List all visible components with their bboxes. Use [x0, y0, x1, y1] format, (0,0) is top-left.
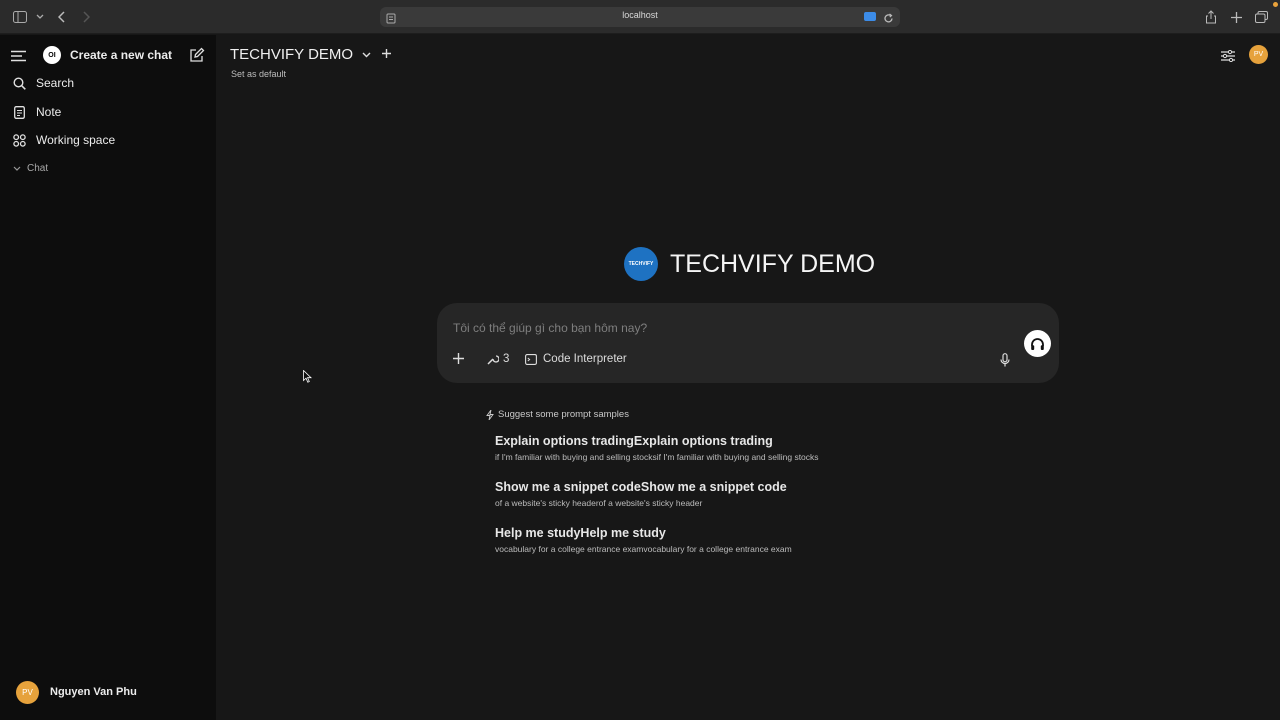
- microphone-icon[interactable]: [1000, 353, 1010, 373]
- workspace-icon: [10, 131, 28, 149]
- voice-mode-button[interactable]: [1024, 330, 1051, 357]
- sidebar-item-label: Search: [36, 76, 75, 90]
- reload-icon[interactable]: [883, 11, 894, 29]
- headphones-icon: [1031, 337, 1044, 350]
- address-bar[interactable]: localhost: [380, 7, 900, 27]
- sidebar-item-search[interactable]: Search: [10, 72, 74, 94]
- message-input[interactable]: Tôi có thể giúp gì cho bạn hôm nay?: [453, 321, 647, 335]
- sidebar-toggle-icon[interactable]: [12, 9, 28, 25]
- translate-icon[interactable]: [864, 12, 876, 21]
- attach-button[interactable]: [453, 353, 464, 364]
- plus-icon: [453, 353, 464, 364]
- open-webui-logo: OI: [43, 46, 61, 64]
- techvify-logo: TECHVIFY: [624, 247, 658, 281]
- code-interpreter-label: Code Interpreter: [543, 353, 627, 365]
- menu-icon[interactable]: [11, 49, 26, 67]
- suggestions-heading: Suggest some prompt samples: [486, 409, 629, 420]
- suggestion-title: Explain options tradingExplain options t…: [495, 434, 773, 448]
- model-title: TECHVIFY DEMO: [230, 45, 354, 63]
- avatar: PV: [16, 680, 39, 704]
- user-name: Nguyen Van Phu: [50, 686, 137, 698]
- notification-dot: [1273, 2, 1278, 7]
- lightning-icon: [486, 409, 494, 420]
- sidebar: OI Create a new chat Search Note Working…: [0, 35, 216, 720]
- search-icon: [10, 74, 28, 92]
- suggestion-subtitle: vocabulary for a college entrance examvo…: [495, 544, 792, 554]
- wrench-icon: [487, 355, 499, 365]
- tools-count: 3: [503, 353, 510, 365]
- chevron-down-icon[interactable]: [32, 9, 48, 25]
- new-chat-label: Create a new chat: [70, 48, 173, 62]
- tools-button[interactable]: 3: [487, 353, 509, 365]
- code-interpreter-toggle[interactable]: Code Interpreter: [525, 353, 627, 365]
- hero-title: TECHVIFY DEMO: [670, 249, 876, 278]
- share-icon[interactable]: [1203, 9, 1219, 25]
- chevron-down-icon: [13, 159, 21, 177]
- sidebar-item-label: Note: [36, 105, 62, 119]
- note-icon: [10, 103, 28, 121]
- sidebar-item-working-space[interactable]: Working space: [10, 129, 115, 151]
- forward-icon[interactable]: [78, 9, 94, 25]
- main-area: TECHVIFY DEMO Set as default PV TECHVIFY…: [216, 35, 1280, 720]
- url-text: localhost: [622, 10, 658, 20]
- sidebar-item-label: Working space: [36, 133, 116, 147]
- set-default-link[interactable]: Set as default: [231, 69, 286, 79]
- chevron-down-icon: [362, 45, 371, 63]
- suggestion-subtitle: of a website's sticky headerof a website…: [495, 498, 703, 508]
- model-selector[interactable]: TECHVIFY DEMO: [230, 45, 392, 63]
- suggestion-item[interactable]: Show me a snippet codeShow me a snippet …: [495, 480, 787, 508]
- mouse-cursor-icon: [303, 369, 312, 388]
- suggestion-subtitle: if I'm familiar with buying and selling …: [495, 452, 819, 462]
- user-menu[interactable]: PV Nguyen Van Phu: [16, 680, 137, 704]
- chat-section-label: Chat: [27, 162, 49, 174]
- back-icon[interactable]: [54, 9, 70, 25]
- suggestion-title: Show me a snippet codeShow me a snippet …: [495, 480, 787, 494]
- sidebar-item-note[interactable]: Note: [10, 101, 61, 123]
- hero: TECHVIFY TECHVIFY DEMO: [624, 247, 875, 281]
- avatar[interactable]: PV: [1249, 45, 1268, 64]
- new-tab-icon[interactable]: [1228, 9, 1244, 25]
- add-model-icon[interactable]: [382, 45, 392, 63]
- suggestion-item[interactable]: Help me studyHelp me study vocabulary fo…: [495, 526, 792, 554]
- browser-toolbar: localhost: [0, 0, 1280, 34]
- tabs-overview-icon[interactable]: [1253, 9, 1269, 25]
- controls-icon[interactable]: [1221, 49, 1235, 67]
- compose-icon[interactable]: [189, 47, 205, 68]
- new-chat-button[interactable]: OI Create a new chat: [43, 44, 172, 66]
- terminal-icon: [525, 353, 537, 365]
- suggestion-title: Help me studyHelp me study: [495, 526, 666, 540]
- chat-section-toggle[interactable]: Chat: [13, 157, 48, 179]
- chat-composer: Tôi có thể giúp gì cho bạn hôm nay? 3 Co…: [437, 303, 1059, 383]
- suggestions-heading-label: Suggest some prompt samples: [498, 409, 629, 420]
- suggestion-item[interactable]: Explain options tradingExplain options t…: [495, 434, 819, 462]
